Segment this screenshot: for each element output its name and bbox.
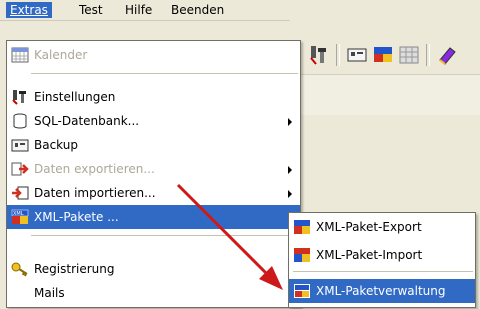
annotation-arrow-icon xyxy=(176,183,283,290)
